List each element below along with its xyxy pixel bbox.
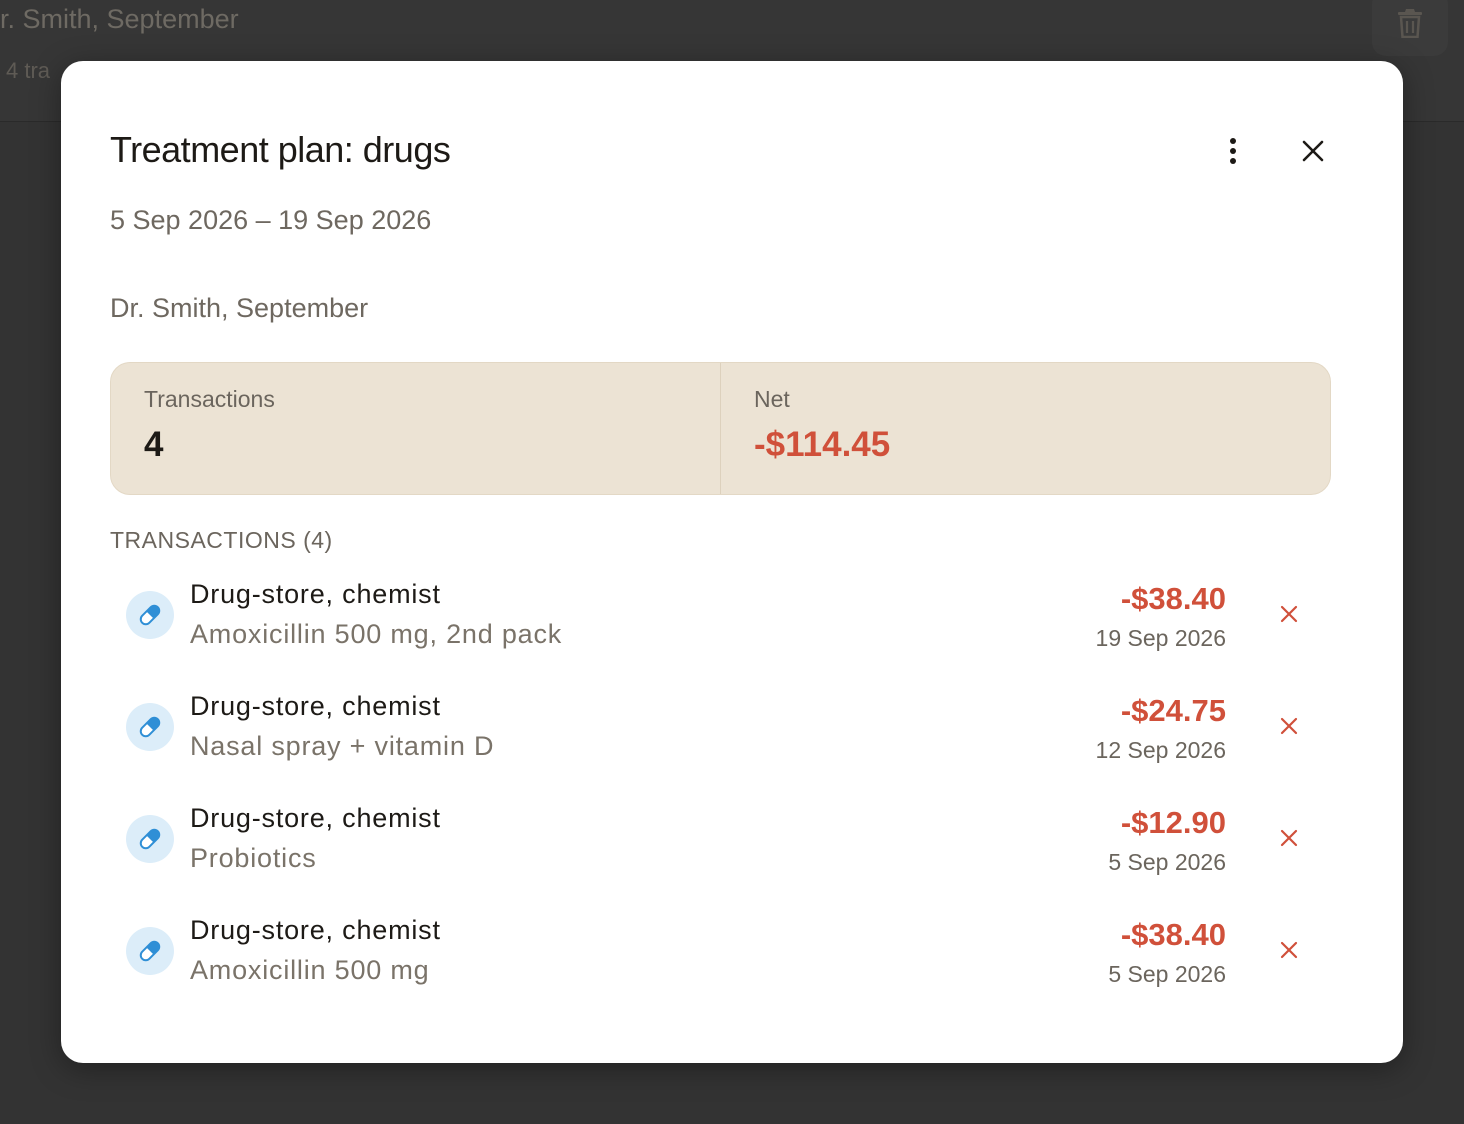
transaction-category-icon xyxy=(126,591,174,639)
remove-icon xyxy=(1280,605,1298,623)
transactions-count-value: 4 xyxy=(144,425,164,464)
transaction-date: 5 Sep 2026 xyxy=(1108,849,1226,875)
transaction-category-icon xyxy=(126,927,174,975)
remove-transaction-button[interactable] xyxy=(1270,595,1308,633)
summary-card: Transactions 4 Net -$114.45 xyxy=(110,362,1331,495)
treatment-plan-dialog: Treatment plan: drugs 5 Sep 2026 – 19 Se… xyxy=(61,61,1403,1063)
transaction-category-icon xyxy=(126,703,174,751)
background-title: r. Smith, September xyxy=(0,4,239,34)
transaction-amount: -$38.40 xyxy=(1120,581,1226,616)
remove-transaction-button[interactable] xyxy=(1270,819,1308,857)
close-button[interactable] xyxy=(1293,131,1333,171)
close-icon xyxy=(1302,140,1324,162)
pill-icon xyxy=(139,828,161,850)
plan-note: Dr. Smith, September xyxy=(110,293,369,323)
pill-icon xyxy=(139,604,161,626)
remove-icon xyxy=(1280,941,1298,959)
summary-net: Net -$114.45 xyxy=(720,363,1330,494)
transaction-row[interactable]: Drug-store, chemist Probiotics -$12.90 5… xyxy=(110,787,1329,887)
transaction-description: Amoxicillin 500 mg, 2nd pack xyxy=(190,619,563,649)
pill-icon xyxy=(139,716,161,738)
transaction-merchant: Drug-store, chemist xyxy=(190,915,441,945)
transaction-merchant: Drug-store, chemist xyxy=(190,803,441,833)
transaction-row[interactable]: Drug-store, chemist Nasal spray + vitami… xyxy=(110,675,1329,775)
transaction-description: Amoxicillin 500 mg xyxy=(190,955,430,985)
transaction-row[interactable]: Drug-store, chemist Amoxicillin 500 mg, … xyxy=(110,563,1329,663)
remove-icon xyxy=(1280,829,1298,847)
remove-transaction-button[interactable] xyxy=(1270,931,1308,969)
transaction-amount: -$38.40 xyxy=(1120,917,1226,952)
transaction-date: 19 Sep 2026 xyxy=(1095,625,1226,651)
summary-transactions: Transactions 4 xyxy=(111,363,720,494)
transaction-category-icon xyxy=(126,815,174,863)
remove-icon xyxy=(1280,717,1298,735)
transaction-description: Probiotics xyxy=(190,843,317,873)
transaction-date: 12 Sep 2026 xyxy=(1095,737,1226,763)
date-range: 5 Sep 2026 – 19 Sep 2026 xyxy=(110,205,432,235)
trash-icon xyxy=(1398,9,1422,38)
transaction-description: Nasal spray + vitamin D xyxy=(190,731,495,761)
transaction-amount: -$24.75 xyxy=(1120,693,1226,728)
transactions-count-label: Transactions xyxy=(144,386,275,412)
net-label: Net xyxy=(754,386,790,412)
transaction-date: 5 Sep 2026 xyxy=(1108,961,1226,987)
pill-icon xyxy=(139,940,161,962)
transaction-merchant: Drug-store, chemist xyxy=(190,691,441,721)
more-options-button[interactable] xyxy=(1213,131,1253,171)
background-delete-button xyxy=(1372,0,1448,56)
transaction-merchant: Drug-store, chemist xyxy=(190,579,441,609)
transaction-row[interactable]: Drug-store, chemist Amoxicillin 500 mg -… xyxy=(110,899,1329,999)
background-subtitle: 4 tra xyxy=(6,58,51,83)
transaction-amount: -$12.90 xyxy=(1120,805,1226,840)
transactions-section-title: TRANSACTIONS (4) xyxy=(110,527,333,553)
more-vertical-icon xyxy=(1230,138,1236,164)
net-value: -$114.45 xyxy=(754,425,891,464)
dialog-title: Treatment plan: drugs xyxy=(110,129,451,170)
remove-transaction-button[interactable] xyxy=(1270,707,1308,745)
